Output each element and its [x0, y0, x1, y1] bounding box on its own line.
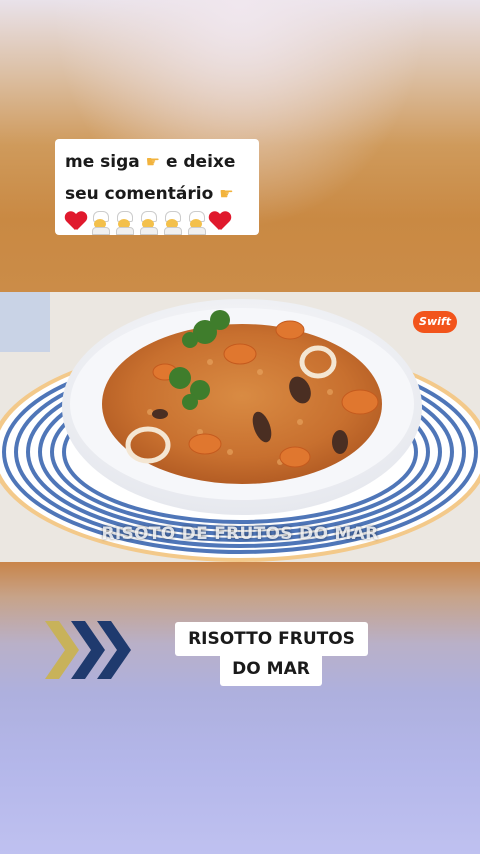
recipe-title-line-2: DO MAR — [220, 652, 322, 686]
recipe-title-line-1: RISOTTO FRUTOS — [175, 622, 368, 656]
red-heart-icon — [209, 212, 231, 232]
chef-icon — [185, 211, 207, 235]
follow-comment-caption: me siga ☛ e deixe seu comentário ☛ — [55, 139, 259, 235]
red-heart-icon — [65, 212, 87, 232]
risotto-illustration — [0, 292, 480, 562]
swift-brand-badge: Swift — [413, 311, 457, 333]
video-frame-risotto[interactable] — [0, 292, 480, 562]
pointing-hand-icon: ☛ — [145, 152, 161, 171]
bottom-gradient-background — [0, 562, 480, 854]
chevron-arrows-icon — [45, 621, 131, 679]
chef-icon — [113, 211, 135, 235]
caption-text-leave: e deixe — [165, 152, 236, 172]
caption-line-2: seu comentário ☛ — [65, 178, 259, 210]
chef-icon — [161, 211, 183, 235]
chef-icon — [137, 211, 159, 235]
caption-line-1: me siga ☛ e deixe — [65, 146, 259, 178]
chef-icon — [89, 211, 111, 235]
caption-emoji-row — [65, 211, 259, 235]
video-burned-caption: RISOTO DE FRUTOS DO MAR — [101, 524, 379, 544]
caption-text-follow: me siga — [65, 152, 140, 172]
caption-text-comment: seu comentário — [65, 184, 214, 204]
pointing-hand-icon: ☛ — [219, 184, 234, 203]
